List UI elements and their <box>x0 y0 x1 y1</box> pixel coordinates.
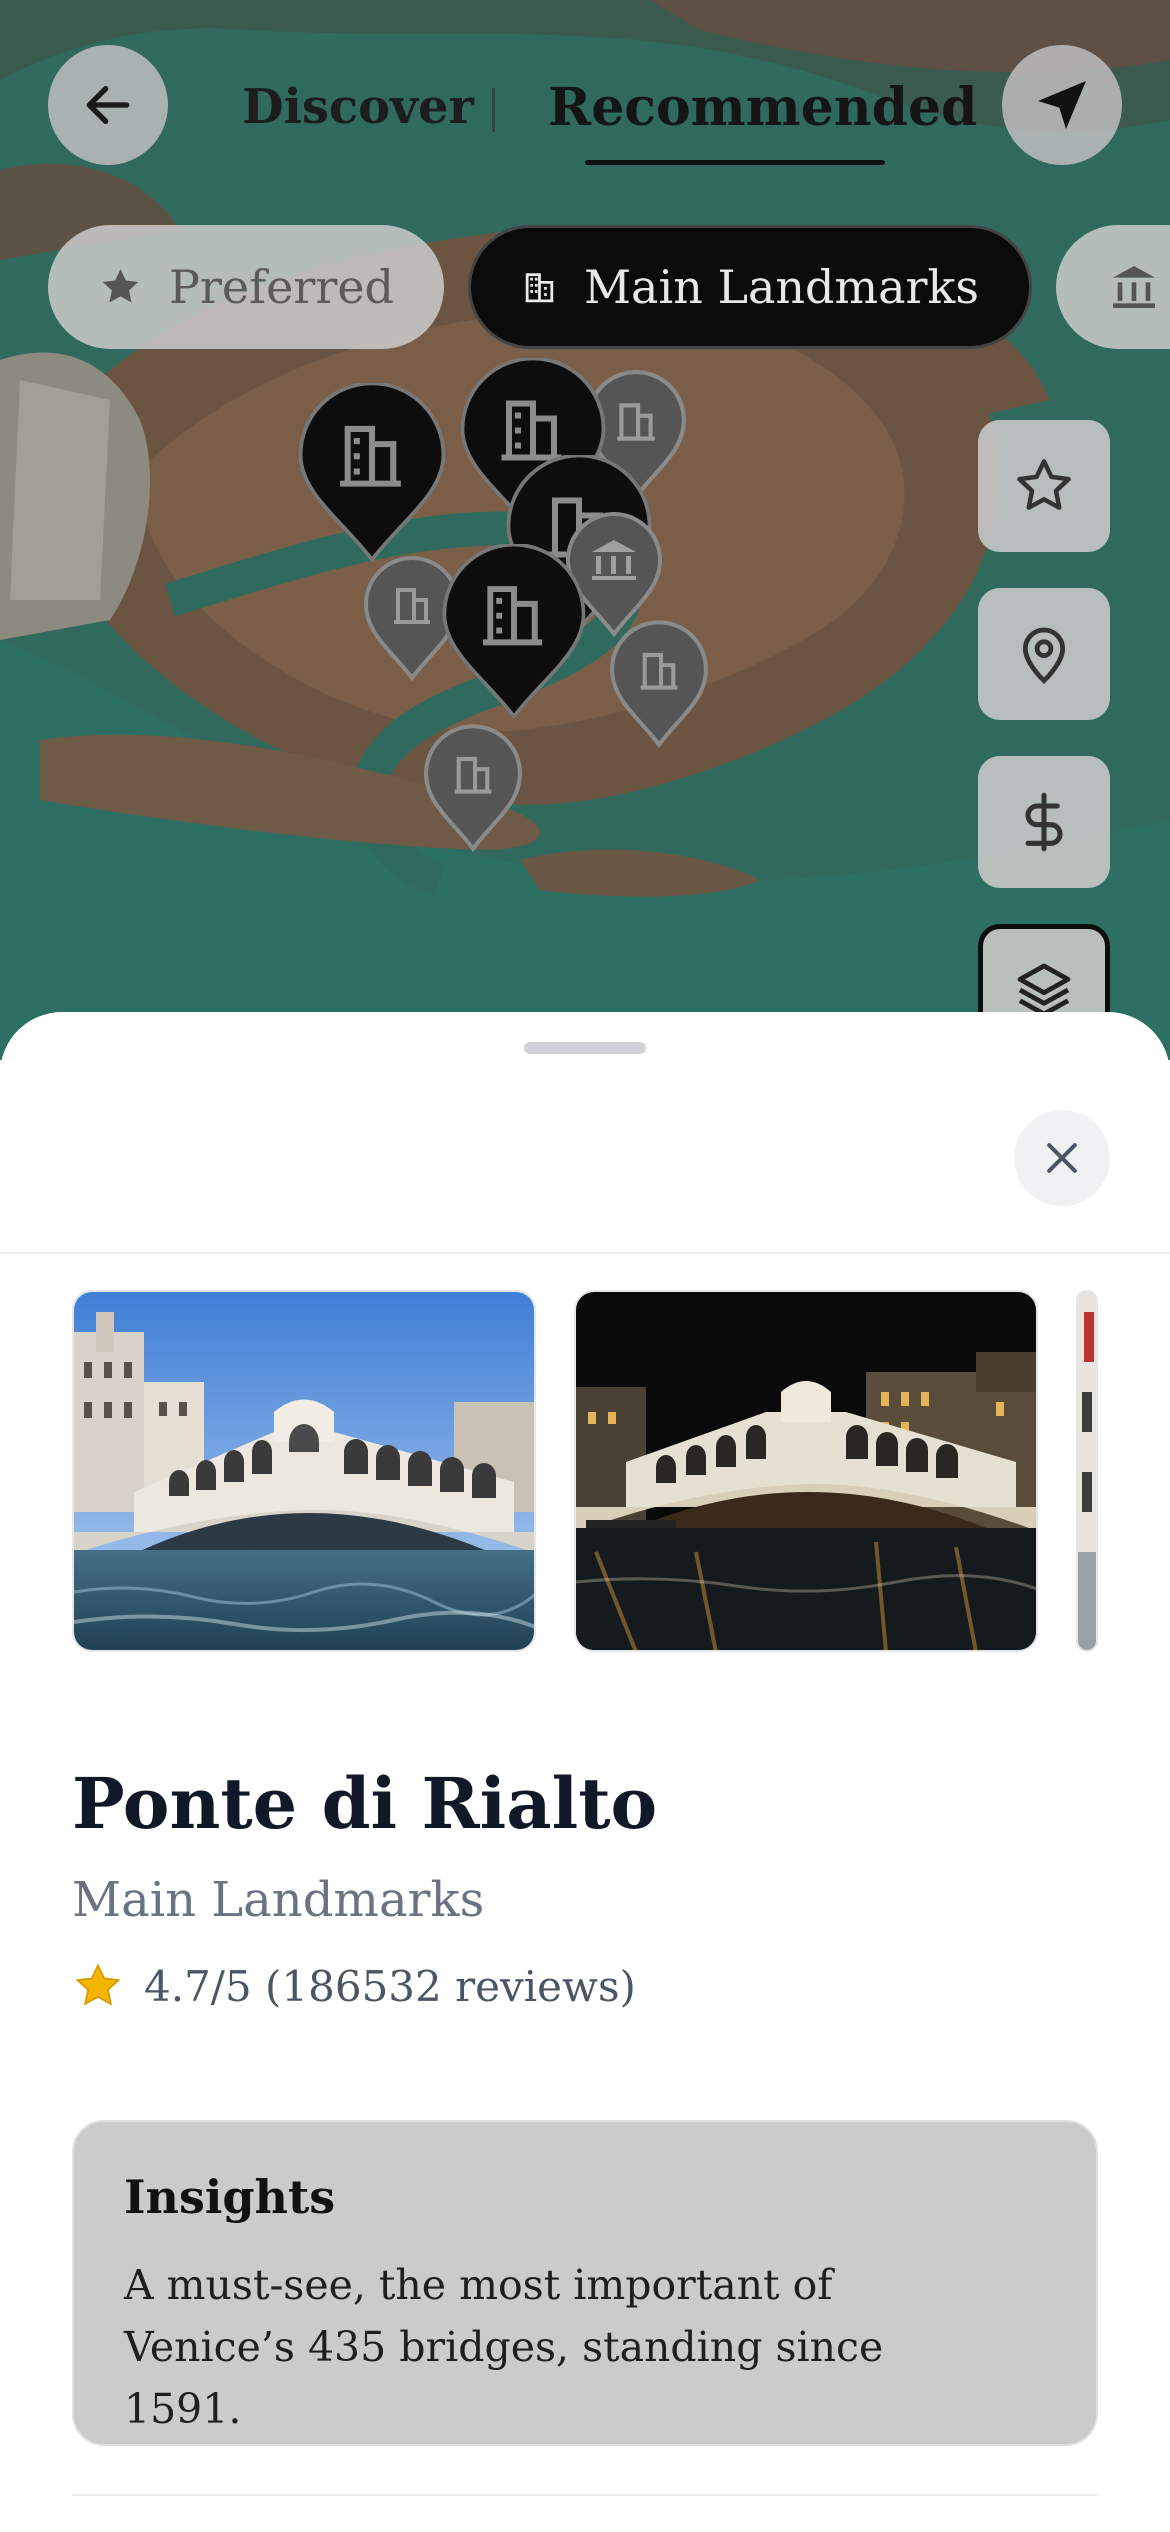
my-location-button[interactable] <box>978 588 1110 720</box>
rialto-bridge-day-image <box>74 1292 534 1650</box>
divider <box>72 2494 1098 2496</box>
building-photo-image <box>1078 1292 1096 1650</box>
place-category: Main Landmarks <box>72 1872 485 1928</box>
tab-recommended[interactable]: Recommended <box>548 72 977 142</box>
place-photo-day[interactable] <box>72 1290 536 1652</box>
star-icon <box>102 269 139 303</box>
museum-icon <box>1113 266 1155 308</box>
insights-title: Insights <box>124 2170 336 2224</box>
map-marker-landmark-large[interactable] <box>296 383 448 563</box>
close-icon <box>1047 1143 1077 1173</box>
dollar-icon <box>1025 792 1063 852</box>
insights-card: Insights A must-see, the most important … <box>72 2120 1098 2446</box>
back-button[interactable] <box>48 45 168 165</box>
map-marker-landmark-large[interactable] <box>440 544 588 720</box>
building-icon <box>525 273 554 303</box>
filter-chip-main-landmarks[interactable]: Main Landmarks <box>468 225 1032 349</box>
rating-text: 4.7/5 (186532 reviews) <box>144 1961 636 2011</box>
place-photo-night[interactable] <box>574 1290 1038 1652</box>
tab-discover[interactable]: Discover <box>242 72 474 142</box>
place-details-sheet: Ponte di Rialto Main Landmarks 4.7/5 (18… <box>0 1012 1170 2532</box>
place-photo-partial[interactable] <box>1076 1290 1098 1652</box>
filter-chip-museums[interactable] <box>1056 225 1170 349</box>
star-icon <box>1017 459 1071 510</box>
map-marker-landmark[interactable] <box>422 724 524 852</box>
sheet-drag-handle[interactable] <box>524 1042 646 1054</box>
star-rating-icon <box>75 1963 121 2006</box>
navigation-arrow-icon <box>1038 81 1086 129</box>
place-rating: 4.7/5 (186532 reviews) <box>72 1956 636 2016</box>
place-title: Ponte di Rialto <box>72 1762 658 1845</box>
arrow-left-icon <box>86 85 130 125</box>
map-marker-landmark[interactable] <box>608 620 710 748</box>
location-pin-icon <box>1022 627 1066 684</box>
chip-label: Preferred <box>168 260 394 314</box>
close-button[interactable] <box>1014 1110 1110 1206</box>
insights-body: A must-see, the most important of Venice… <box>124 2261 884 2433</box>
divider <box>0 1252 1170 1254</box>
map-view[interactable]: Discover Recommended Preferred Main Land… <box>0 0 1170 1060</box>
chip-label: Main Landmarks <box>583 260 979 314</box>
rialto-bridge-night-image <box>576 1292 1036 1650</box>
favorites-button[interactable] <box>978 420 1110 552</box>
tab-divider <box>492 88 495 132</box>
price-filter-button[interactable] <box>978 756 1110 888</box>
filter-chip-preferred[interactable]: Preferred <box>48 225 444 349</box>
active-tab-indicator <box>585 160 885 165</box>
navigate-button[interactable] <box>1002 45 1122 165</box>
